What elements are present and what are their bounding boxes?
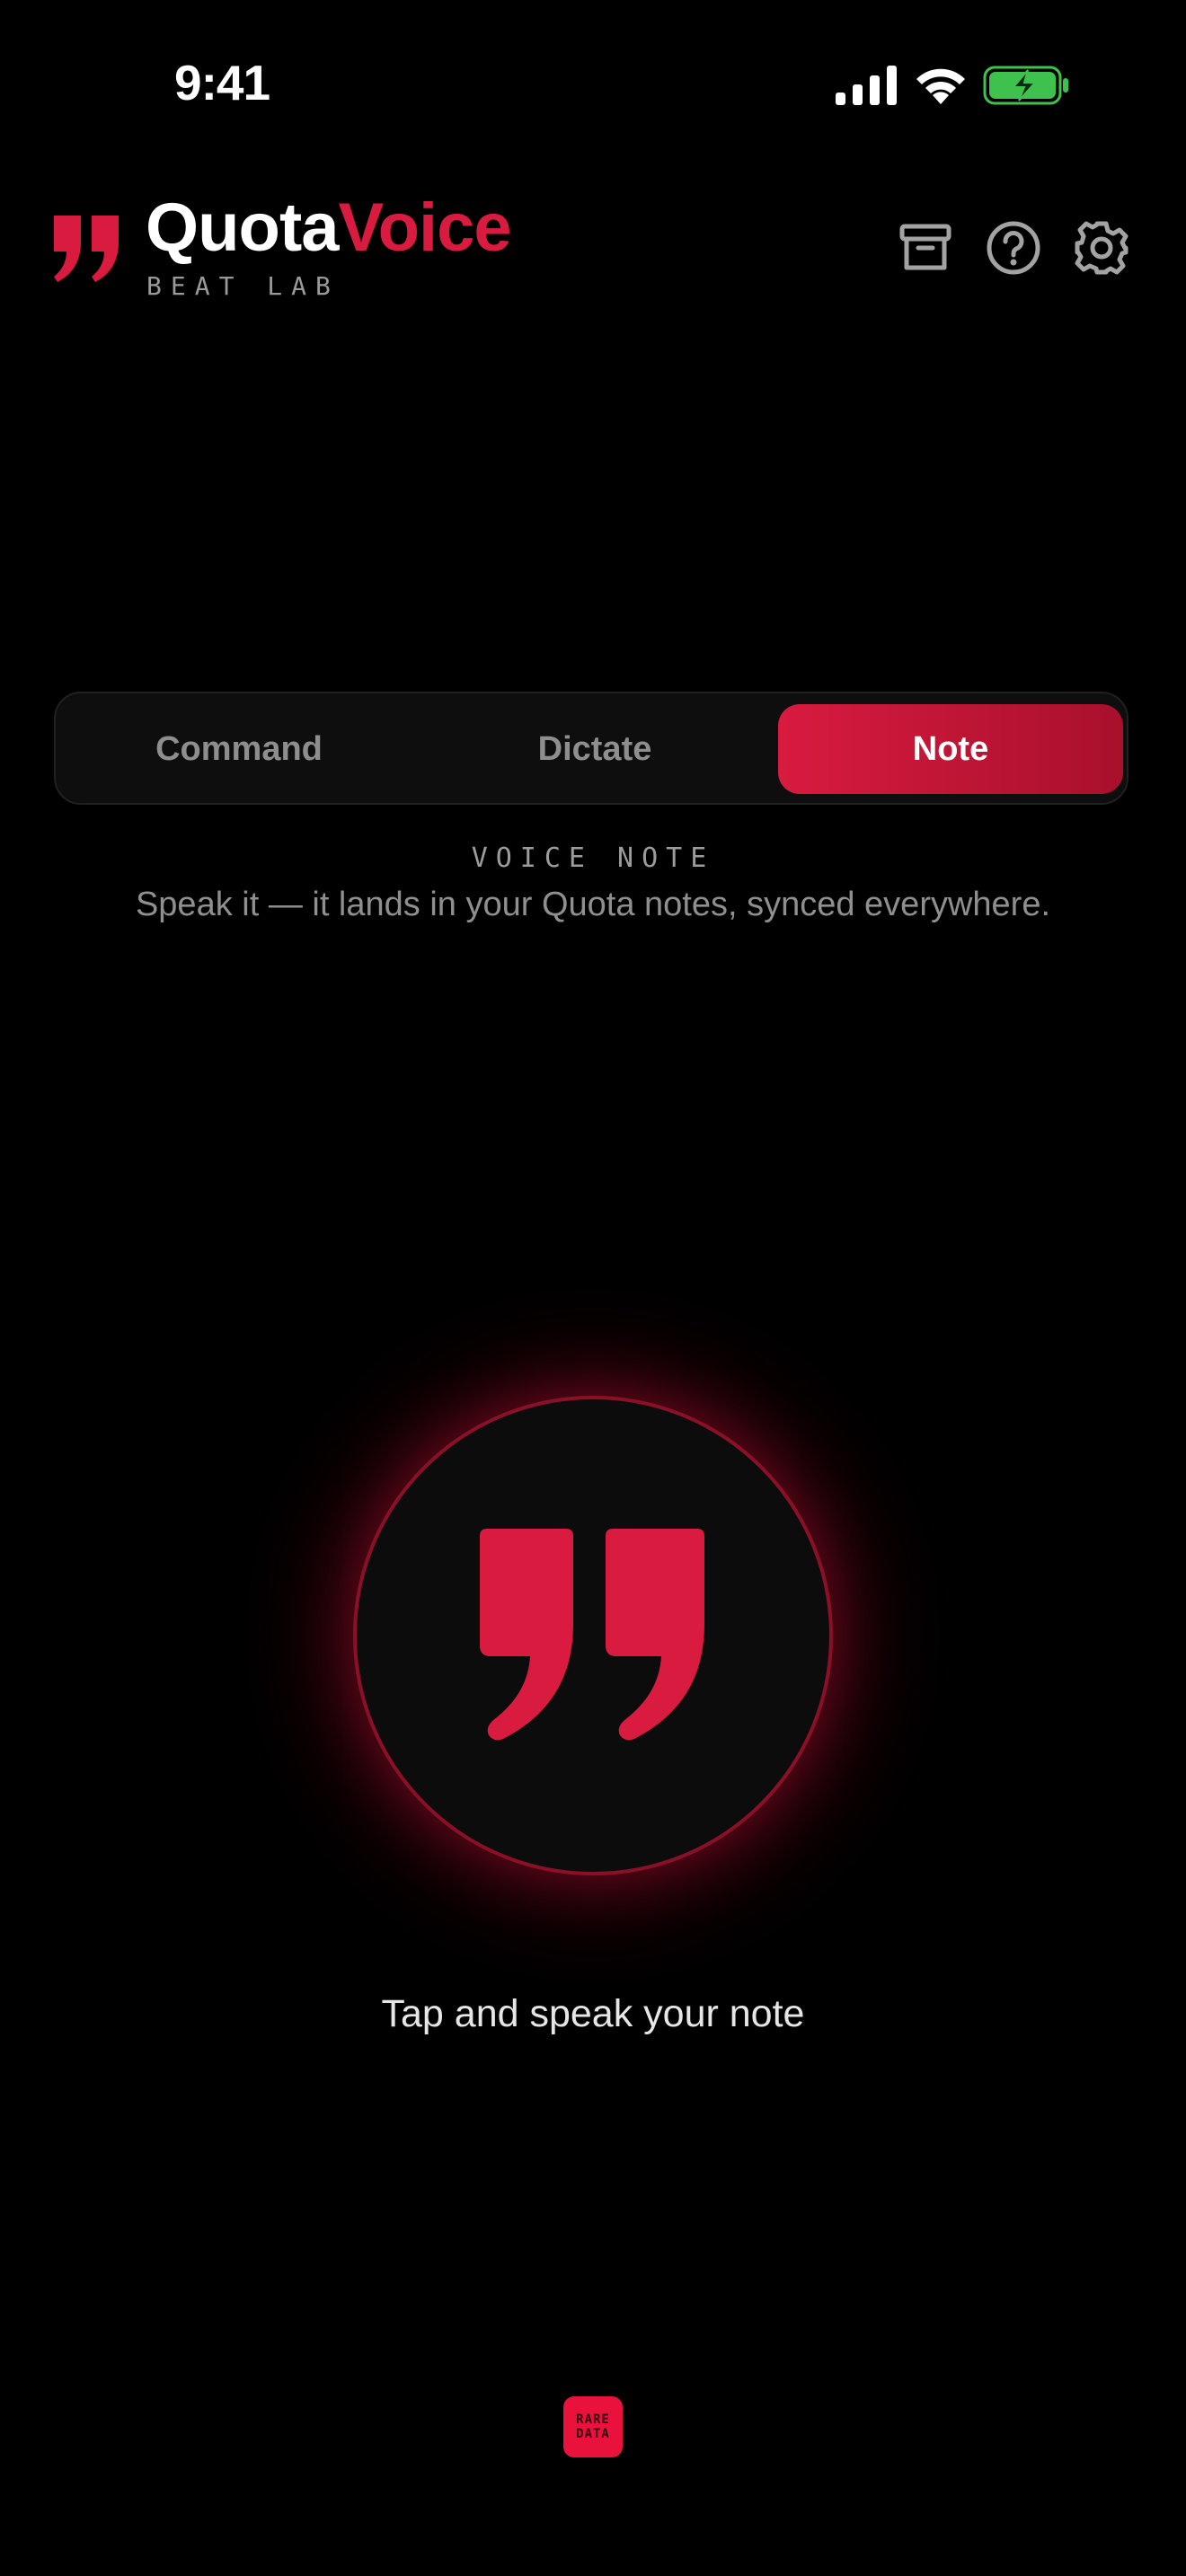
mic-prompt: Tap and speak your note <box>381 1992 805 2035</box>
settings-gear-icon <box>1075 221 1128 275</box>
cellular-signal-icon <box>836 66 897 105</box>
app-title-quota: Quota <box>146 190 340 266</box>
app-title: QuotaVoice <box>146 189 512 268</box>
help-icon <box>987 221 1040 275</box>
quote-mark-icon <box>480 1529 704 1741</box>
wifi-icon <box>916 68 965 104</box>
logo-line-2: DATA <box>576 2427 610 2441</box>
tab-note[interactable]: Note <box>778 704 1123 794</box>
battery-charging-icon <box>983 66 1068 105</box>
tab-command[interactable]: Command <box>68 704 410 794</box>
archive-icon <box>899 224 951 270</box>
archive-button[interactable] <box>897 219 954 277</box>
rare-data-logo: RARE DATA <box>563 2396 623 2457</box>
status-icons <box>836 63 1069 108</box>
app-subtitle: BEAT LAB <box>146 271 340 301</box>
settings-button[interactable] <box>1073 219 1130 277</box>
mode-description: Speak it — it lands in your Quota notes,… <box>135 886 1051 923</box>
status-time: 9:41 <box>174 55 270 110</box>
help-button[interactable] <box>985 219 1042 277</box>
app-title-voice: Voice <box>338 190 512 266</box>
logo-line-1: RARE <box>576 2413 610 2427</box>
mode-selector: Command Dictate Note <box>54 692 1128 805</box>
quote-mark-icon <box>54 216 119 282</box>
mode-caption: VOICE NOTE <box>471 842 715 874</box>
tab-dictate[interactable]: Dictate <box>424 704 766 794</box>
